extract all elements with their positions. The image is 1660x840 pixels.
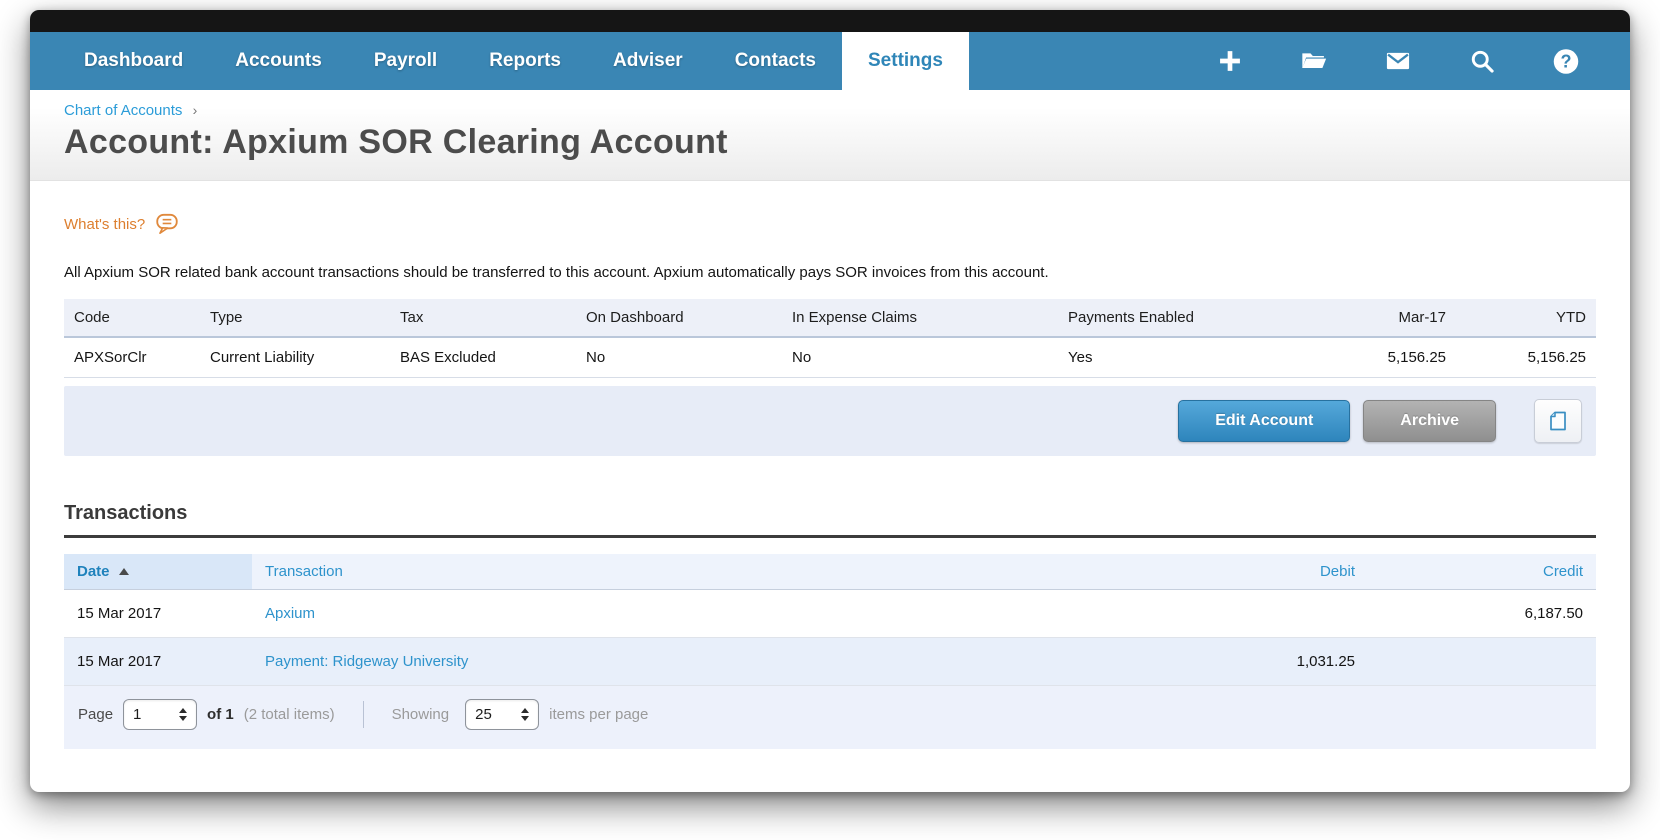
summary-col-payments-enabled: Payments Enabled bbox=[1058, 299, 1298, 338]
screenshot-stage: Dashboard Accounts Payroll Reports Advis… bbox=[0, 0, 1660, 840]
transactions-col-credit[interactable]: Credit bbox=[1368, 554, 1596, 590]
nav-tab-accounts[interactable]: Accounts bbox=[209, 32, 348, 90]
transactions-header-row: Date Transaction Debit Credit bbox=[64, 554, 1596, 590]
account-description: All Apxium SOR related bank account tran… bbox=[64, 264, 1049, 281]
transaction-credit bbox=[1368, 637, 1596, 686]
nav-tab-dashboard[interactable]: Dashboard bbox=[58, 32, 209, 90]
account-payments-enabled: Yes bbox=[1058, 337, 1298, 378]
summary-col-mar-17: Mar-17 bbox=[1298, 299, 1456, 338]
pagination-bar: Page 1 of 1 (2 total items) Showing 25 i… bbox=[64, 686, 1596, 749]
copy-account-button[interactable] bbox=[1534, 399, 1582, 443]
summary-col-tax: Tax bbox=[390, 299, 576, 338]
transaction-date: 15 Mar 2017 bbox=[64, 637, 252, 686]
nav-tabs: Dashboard Accounts Payroll Reports Advis… bbox=[58, 32, 969, 108]
nav-tab-reports[interactable]: Reports bbox=[463, 32, 587, 90]
edit-account-button[interactable]: Edit Account bbox=[1178, 400, 1351, 442]
whats-this-label: What's this? bbox=[64, 215, 146, 233]
spinner-arrows-icon bbox=[179, 708, 188, 721]
folder-icon[interactable] bbox=[1300, 47, 1328, 75]
page-label: Page bbox=[78, 706, 114, 723]
nav-tab-contacts[interactable]: Contacts bbox=[709, 32, 842, 90]
account-mar-17-balance: 5,156.25 bbox=[1298, 337, 1456, 378]
items-per-page-label: items per page bbox=[549, 706, 649, 723]
items-per-page-stepper[interactable]: 25 bbox=[465, 699, 540, 730]
speech-bubble-icon bbox=[156, 213, 178, 235]
transaction-date: 15 Mar 2017 bbox=[64, 589, 252, 638]
transaction-credit: 6,187.50 bbox=[1368, 589, 1596, 638]
transactions-heading: Transactions bbox=[64, 502, 1596, 538]
page-number-value: 1 bbox=[133, 706, 142, 723]
account-in-expense-claims: No bbox=[782, 337, 1058, 378]
account-on-dashboard: No bbox=[576, 337, 782, 378]
transaction-link-apxium[interactable]: Apxium bbox=[265, 605, 315, 622]
summary-col-ytd: YTD bbox=[1456, 299, 1596, 338]
items-per-page-value: 25 bbox=[475, 706, 492, 723]
browser-window: Dashboard Accounts Payroll Reports Advis… bbox=[30, 10, 1630, 792]
main-navbar: Dashboard Accounts Payroll Reports Advis… bbox=[30, 32, 1630, 108]
window-chrome-strip bbox=[30, 10, 1630, 32]
nav-tab-adviser[interactable]: Adviser bbox=[587, 32, 709, 90]
transaction-link-ridgeway[interactable]: Payment: Ridgeway University bbox=[265, 653, 468, 670]
transactions-col-transaction[interactable]: Transaction bbox=[252, 554, 1168, 590]
transaction-debit: 1,031.25 bbox=[1168, 637, 1368, 686]
transactions-col-debit[interactable]: Debit bbox=[1168, 554, 1368, 590]
showing-label: Showing bbox=[391, 706, 450, 723]
page-content: What's this? All Apxium SOR related bank… bbox=[30, 211, 1630, 749]
mail-icon[interactable] bbox=[1384, 47, 1412, 75]
page-number-stepper[interactable]: 1 bbox=[123, 699, 198, 730]
page-title: Account: Apxium SOR Clearing Account bbox=[64, 123, 728, 161]
plus-icon[interactable] bbox=[1216, 47, 1244, 75]
help-icon[interactable]: ? bbox=[1552, 47, 1580, 75]
account-code: APXSorClr bbox=[64, 337, 200, 378]
summary-header-row: Code Type Tax On Dashboard In Expense Cl… bbox=[64, 299, 1596, 338]
search-icon[interactable] bbox=[1468, 47, 1496, 75]
summary-col-on-dashboard: On Dashboard bbox=[576, 299, 782, 338]
account-summary-table: Code Type Tax On Dashboard In Expense Cl… bbox=[64, 299, 1596, 378]
summary-col-type: Type bbox=[200, 299, 390, 338]
account-action-bar: Edit Account Archive bbox=[64, 386, 1596, 456]
transactions-col-date[interactable]: Date bbox=[64, 554, 252, 590]
account-type: Current Liability bbox=[200, 337, 390, 378]
whats-this-link[interactable]: What's this? bbox=[64, 211, 180, 237]
sort-asc-icon bbox=[118, 568, 129, 575]
transactions-table: Date Transaction Debit Credit 15 Mar 201… bbox=[64, 554, 1596, 686]
summary-data-row: APXSorClr Current Liability BAS Excluded… bbox=[64, 337, 1596, 378]
account-ytd-balance: 5,156.25 bbox=[1456, 337, 1596, 378]
transaction-row: 15 Mar 2017 Payment: Ridgeway University… bbox=[64, 637, 1596, 686]
nav-tab-payroll[interactable]: Payroll bbox=[348, 32, 463, 90]
account-tax: BAS Excluded bbox=[390, 337, 576, 378]
total-items-label: (2 total items) bbox=[243, 706, 335, 723]
pagination-divider bbox=[362, 701, 364, 728]
summary-col-in-expense-claims: In Expense Claims bbox=[782, 299, 1058, 338]
page-of-label: of 1 bbox=[207, 706, 234, 723]
transaction-debit bbox=[1168, 589, 1368, 638]
document-icon bbox=[1550, 411, 1566, 431]
spinner-arrows-icon bbox=[521, 708, 530, 721]
nav-icon-group: ? bbox=[1216, 32, 1630, 90]
summary-col-code: Code bbox=[64, 299, 200, 338]
svg-text:?: ? bbox=[1560, 51, 1571, 71]
archive-button[interactable]: Archive bbox=[1363, 400, 1496, 442]
transaction-row: 15 Mar 2017 Apxium 6,187.50 bbox=[64, 589, 1596, 638]
nav-tab-settings[interactable]: Settings bbox=[842, 32, 969, 108]
